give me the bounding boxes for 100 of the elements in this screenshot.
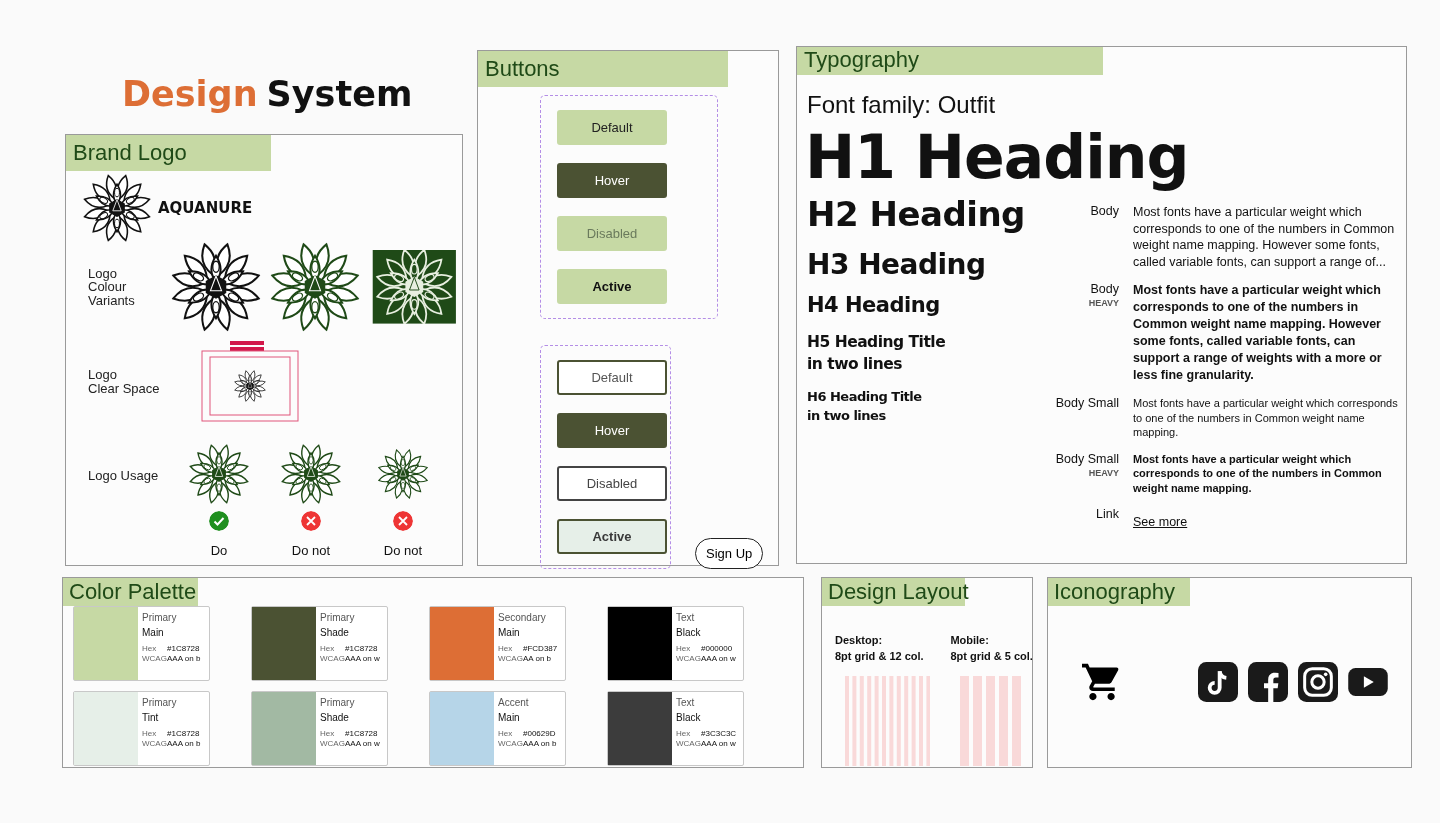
- color-name: Black: [676, 627, 702, 638]
- color-group: Text: [676, 612, 736, 623]
- wcag-value: AAA on w: [701, 739, 737, 748]
- font-family-label: Font family: Outfit: [807, 91, 997, 119]
- hex-value: #000000: [701, 644, 734, 653]
- color-group: Primary: [142, 697, 201, 708]
- wcag-value: AAA on b: [167, 654, 201, 663]
- field-label: WCAG: [142, 654, 167, 663]
- wcag-value: AA on b: [523, 654, 553, 663]
- weight-tag: HEAVY: [1088, 467, 1119, 478]
- style-label: Body: [1090, 204, 1119, 218]
- hex-value: #3C3C3C: [701, 729, 737, 738]
- color-name: Main: [142, 627, 165, 638]
- panel-heading: Color Palette: [63, 578, 198, 606]
- color-name: Main: [498, 712, 521, 723]
- sample-text: Most fonts have a particular weight which corresponds to one of the numbers in Common weight name mapping. However some fonts, called variable fonts, can support a range of...: [1133, 204, 1396, 270]
- title-word: System: [266, 74, 413, 116]
- tiktok-icon: [1198, 662, 1238, 702]
- hex-value: #1C8728: [167, 644, 201, 653]
- logo-icon: [372, 250, 457, 324]
- hex-value: #1C8728: [345, 644, 379, 653]
- field-label: Hex: [142, 644, 158, 653]
- sample-text: Most fonts have a particular weight which corresponds to one of the numbers in Common weight name mapping. However some fonts, called variable fonts, can support a range of weights with a more or less fine granularity.: [1133, 282, 1383, 384]
- field-label: WCAG: [320, 654, 345, 663]
- heading-sample: H2 Heading: [807, 194, 1026, 234]
- sample-text: Most fonts have a particular weight which corresponds to one of the numbers in Common weight name mapping.: [1133, 451, 1383, 495]
- style-label: Link: [1096, 507, 1119, 521]
- weight-tag: HEAVY: [1088, 298, 1119, 308]
- see-more-link[interactable]: See more: [1133, 515, 1188, 529]
- grid-detail: 8pt grid & 12 col.: [835, 649, 925, 664]
- youtube-icon: [1348, 668, 1388, 696]
- row-label: Logo Usage: [88, 469, 160, 483]
- field-label: WCAG: [142, 739, 167, 748]
- sample-button[interactable]: Active: [557, 269, 667, 304]
- field-label: Hex: [320, 644, 336, 653]
- panel-heading: Typography: [797, 47, 1103, 75]
- field-label: Hex: [676, 644, 692, 653]
- grid-title: Desktop:: [835, 633, 884, 648]
- logo-icon: [169, 241, 262, 333]
- usage-label: Do not: [291, 543, 331, 558]
- row-label: Logo Clear Space: [88, 368, 161, 396]
- logo-icon: [377, 448, 429, 500]
- row-label: Logo Colour Variants: [88, 266, 136, 308]
- grid-detail: 8pt grid & 5 col.: [950, 649, 1033, 664]
- wcag-value: AAA on w: [701, 654, 736, 663]
- color-name: Shade: [320, 627, 350, 638]
- wcag-value: AAA on b: [167, 739, 201, 748]
- sample-button[interactable]: Default: [557, 360, 667, 395]
- field-label: Hex: [498, 644, 514, 653]
- wcag-value: AAA on w: [345, 654, 380, 663]
- wcag-value: AAA on b: [523, 739, 557, 748]
- usage-label: Do not: [383, 543, 423, 558]
- grid-title: Mobile:: [950, 633, 990, 648]
- field-label: WCAG: [320, 739, 345, 748]
- style-label: Body: [1090, 282, 1119, 296]
- wcag-value: AAA on w: [345, 739, 380, 748]
- sample-button[interactable]: Hover: [557, 413, 667, 448]
- sample-button[interactable]: Hover: [557, 163, 667, 198]
- field-label: WCAG: [676, 654, 701, 663]
- field-label: Hex: [676, 729, 692, 738]
- logo-icon: [188, 443, 250, 505]
- style-label: Body Small: [1055, 396, 1119, 410]
- facebook-icon: [1248, 662, 1288, 702]
- color-name: Tint: [142, 712, 160, 723]
- panel-heading: Brand Logo: [66, 135, 271, 171]
- hex-value: #00629D: [523, 729, 557, 738]
- wordmark: AQUANURE: [158, 199, 253, 217]
- field-label: WCAG: [498, 739, 523, 748]
- heading-sample: H5 Heading Title in two lines: [807, 332, 947, 376]
- panel-heading: Iconography: [1048, 578, 1190, 606]
- sample-button[interactable]: Default: [557, 110, 667, 145]
- usage-label: Do: [210, 543, 228, 558]
- field-label: WCAG: [676, 739, 701, 748]
- heading-sample: H4 Heading: [807, 293, 941, 317]
- color-group: Primary: [320, 612, 380, 623]
- hex-value: #1C8728: [167, 729, 201, 738]
- color-group: Accent: [498, 697, 557, 708]
- color-group: Primary: [320, 697, 380, 708]
- field-label: Hex: [320, 729, 336, 738]
- color-name: Shade: [320, 712, 350, 723]
- title-word: Design: [122, 74, 258, 116]
- logo-icon: [82, 173, 152, 243]
- hex-value: #FCD387: [523, 644, 558, 653]
- sign-up-button[interactable]: Sign Up: [695, 538, 764, 569]
- hex-value: #1C8728: [345, 729, 379, 738]
- sample-text: Most fonts have a particular weight which corresponds to one of the numbers in Common weight name mapping.: [1133, 396, 1399, 440]
- instagram-icon: [1298, 662, 1338, 702]
- color-group: Secondary: [498, 612, 558, 623]
- style-label: Body Small: [1055, 451, 1119, 466]
- panel-heading: Buttons: [478, 51, 728, 87]
- field-label: Hex: [498, 729, 514, 738]
- logo-icon: [280, 443, 342, 505]
- field-label: WCAG: [498, 654, 523, 663]
- heading-sample: H3 Heading: [807, 248, 987, 281]
- field-label: Hex: [142, 729, 158, 738]
- color-name: Black: [676, 712, 702, 723]
- color-group: Text: [676, 697, 737, 708]
- sample-button[interactable]: Active: [557, 519, 667, 554]
- logo-icon: [268, 241, 361, 333]
- heading-sample: H6 Heading Title in two lines: [807, 387, 923, 425]
